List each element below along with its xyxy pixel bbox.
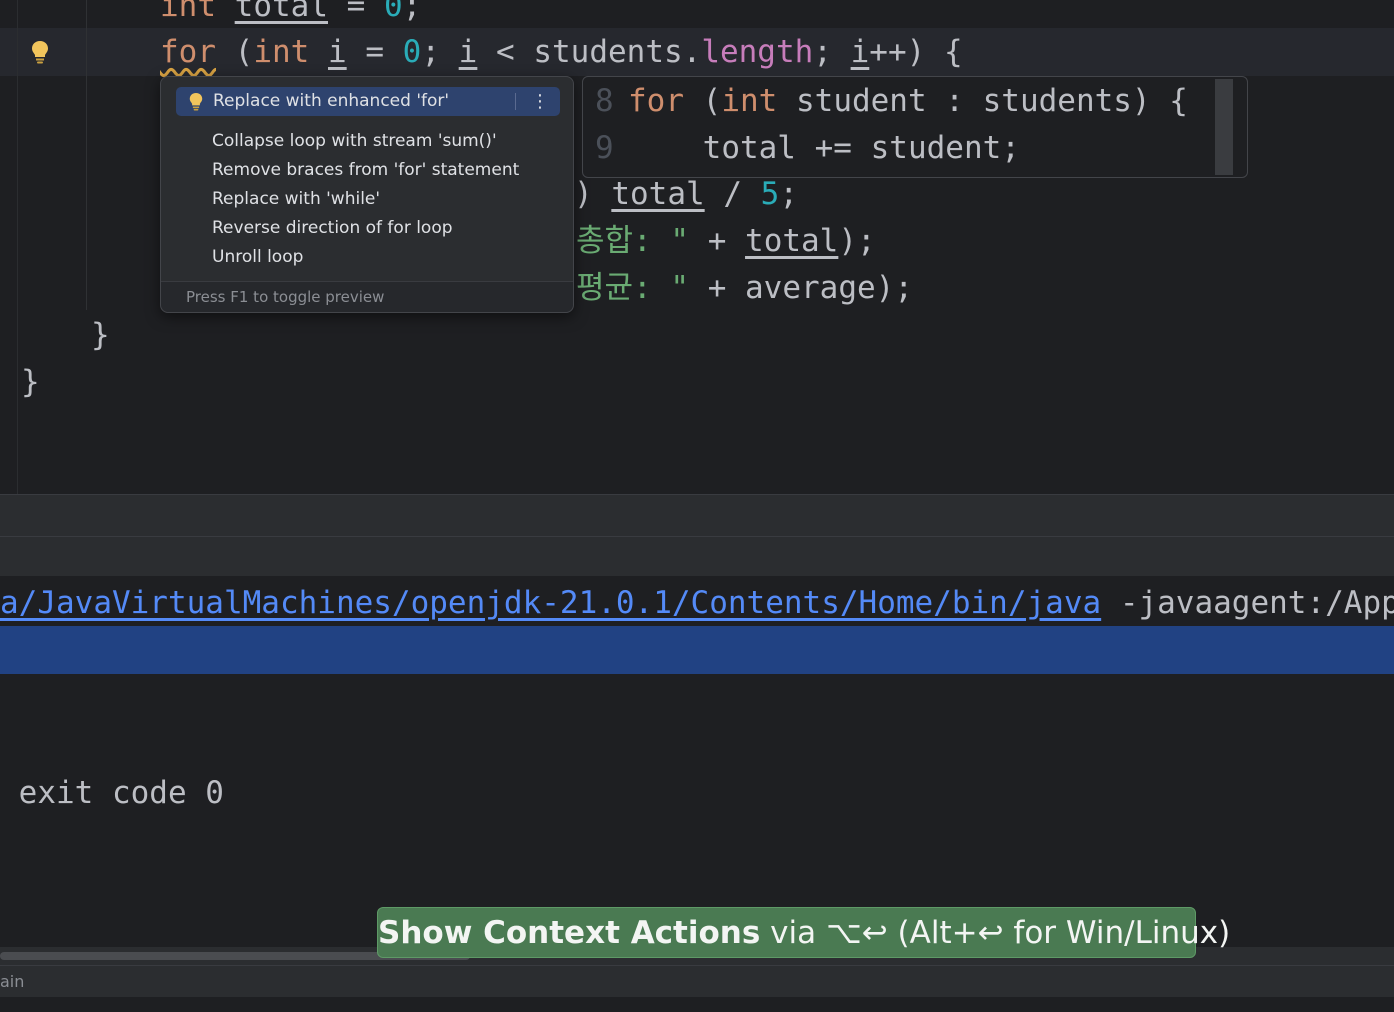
status-bar: ain [0, 965, 1394, 997]
preview-line: 8 for (int student : students) { [595, 81, 1188, 121]
code-text: ; [779, 176, 798, 212]
hint-action-name: Show Context Actions [378, 915, 761, 951]
variable-i: i [458, 34, 478, 70]
java-path-link[interactable]: a/JavaVirtualMachines/openjdk-21.0.1/Con… [0, 585, 1101, 621]
number-literal: 0 [402, 34, 422, 70]
gutter-divider [17, 0, 18, 494]
preview-toggle-hint: Press F1 to toggle preview [186, 288, 385, 306]
code-line-average[interactable]: ) total / 5; [574, 174, 798, 214]
code-text: ++) { [869, 34, 963, 70]
code-text: ; [402, 0, 422, 24]
code-text: ; [421, 34, 459, 70]
variable-i: i [850, 34, 870, 70]
code-text: ) [574, 176, 612, 212]
console-exit-line: exit code 0 [0, 775, 224, 811]
closing-brace: } [91, 317, 110, 353]
shortcut-hint-banner: Show Context Actions via ⌥↩ (Alt+↩ for W… [377, 907, 1230, 958]
code-text: ( [216, 34, 254, 70]
code-text: = [328, 0, 384, 24]
variable-total: total [611, 176, 705, 212]
console-text: -javaagent:/Applicati [1119, 585, 1394, 621]
line-number: 9 [595, 130, 614, 166]
intention-actions-popup: Replace with enhanced 'for' ⋮ Collapse l… [160, 76, 574, 313]
string-literal: 평균: " [576, 270, 690, 306]
preview-line: 9 total += student; [595, 128, 1020, 168]
keyword: int [160, 0, 216, 24]
status-text: ain [0, 972, 25, 991]
intention-item-label: Replace with enhanced 'for' [213, 91, 450, 111]
hint-shortcut-text: via ⌥↩ (Alt+↩ for Win/Linux) [760, 915, 1231, 951]
code-text: total += student; [628, 130, 1020, 166]
code-text: ; [813, 34, 851, 70]
intention-item[interactable]: Unroll loop [212, 243, 552, 272]
line-number: 8 [595, 83, 614, 119]
selected-console-line [0, 626, 1394, 674]
code-text: < students. [477, 34, 702, 70]
code-text: / [704, 176, 761, 212]
number-literal: 5 [760, 176, 780, 212]
window-bottom-edge [0, 997, 1394, 1012]
code-text: + [689, 223, 746, 259]
divider [515, 93, 516, 110]
code-line-for-loop[interactable]: for (int i = 0; i < students.length; i++… [160, 32, 963, 72]
run-toolbar [0, 536, 1394, 576]
keyword-for[interactable]: for [160, 34, 216, 70]
indent-guide [86, 0, 87, 310]
code-text: = [346, 34, 403, 70]
preview-scrollbar[interactable] [1215, 79, 1233, 175]
intention-item[interactable]: Replace with 'while' [212, 185, 552, 214]
code-text: student : students) { [777, 83, 1188, 119]
intention-item[interactable]: Reverse direction of for loop [212, 214, 552, 243]
keyword-int: int [253, 34, 310, 70]
intention-item-selected[interactable]: Replace with enhanced 'for' ⋮ [176, 87, 560, 116]
code-text: + average); [689, 270, 913, 306]
field-length: length [701, 34, 814, 70]
variable-total: total [745, 223, 839, 259]
console-command-line: a/JavaVirtualMachines/openjdk-21.0.1/Con… [0, 578, 1394, 628]
more-options-icon[interactable]: ⋮ [531, 87, 549, 116]
lightbulb-icon [189, 92, 203, 111]
variable-i: i [328, 34, 347, 70]
intention-item[interactable]: Remove braces from 'for' statement [212, 156, 552, 185]
code-text: ( [684, 83, 722, 119]
keyword-for: for [628, 83, 684, 119]
keyword-int: int [721, 83, 778, 119]
code-line-print-average[interactable]: 평균: " + average); [576, 268, 913, 308]
lightbulb-icon[interactable] [31, 40, 49, 64]
tool-window-header [0, 494, 1394, 536]
run-console[interactable]: a/JavaVirtualMachines/openjdk-21.0.1/Con… [0, 577, 1394, 947]
string-literal: 총합: " [576, 223, 690, 259]
number-literal: 0 [384, 0, 403, 24]
code-line-total-decl[interactable]: int total = 0; [160, 0, 421, 26]
intention-item[interactable]: Collapse loop with stream 'sum()' [212, 127, 552, 156]
code-text: ); [838, 223, 876, 259]
code-line-print-total[interactable]: 총합: " + total); [576, 221, 876, 261]
intention-preview-popup: 8 for (int student : students) { 9 total … [582, 76, 1248, 178]
popup-footer: Press F1 to toggle preview [161, 281, 573, 312]
variable-total: total [234, 0, 328, 24]
closing-brace: } [21, 364, 40, 400]
